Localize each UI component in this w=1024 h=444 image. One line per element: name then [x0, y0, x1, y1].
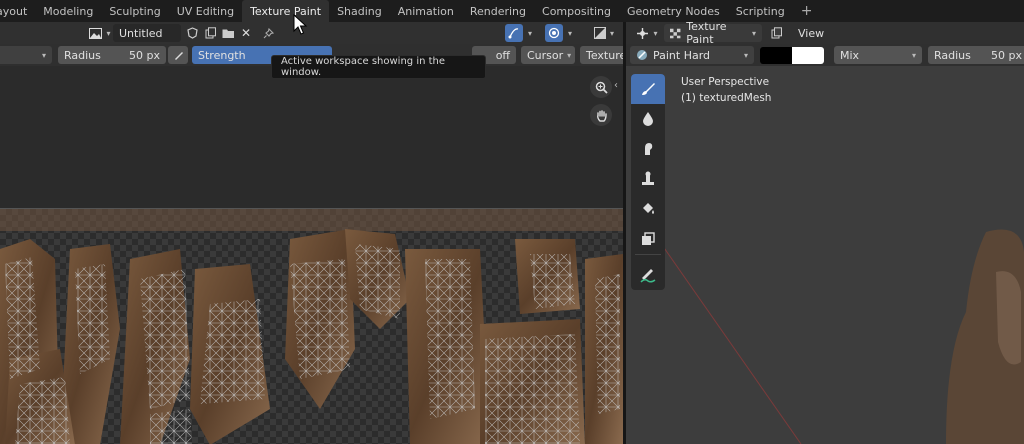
- texture-dropdown[interactable]: Texture: [580, 46, 623, 64]
- viewport-info: User Perspective (1) texturedMesh: [681, 74, 771, 106]
- display-channels-icon[interactable]: ▾: [590, 24, 618, 42]
- snapping-dropdown[interactable]: ▾: [523, 24, 537, 42]
- view-perspective-label: User Perspective: [681, 76, 770, 88]
- tab-shading[interactable]: Shading: [329, 0, 390, 22]
- tab-rendering[interactable]: Rendering: [462, 0, 534, 22]
- collapse-chevron-icon[interactable]: ‹: [614, 80, 618, 91]
- tab-animation[interactable]: Animation: [390, 0, 462, 22]
- overlay-dropdown[interactable]: ▾: [563, 24, 577, 42]
- soften-icon[interactable]: [631, 104, 665, 134]
- texture-label: Texture: [586, 48, 623, 62]
- close-icon[interactable]: ✕: [236, 24, 256, 42]
- open-image-icon[interactable]: [218, 24, 238, 42]
- mouse-cursor-icon: [293, 13, 308, 39]
- editor-type-icon[interactable]: ▾: [86, 24, 114, 42]
- cursor-label: Cursor: [527, 48, 564, 62]
- fake-user-icon[interactable]: [182, 24, 202, 42]
- annotate-icon[interactable]: [631, 260, 665, 290]
- draw-brush-icon[interactable]: [631, 74, 665, 104]
- workspace-tabs: ayout Modeling Sculpting UV Editing Text…: [0, 0, 1024, 22]
- mask-icon[interactable]: [631, 224, 665, 254]
- tab-texture-paint[interactable]: Texture Paint: [242, 0, 330, 22]
- uv-texture-canvas[interactable]: [0, 208, 623, 444]
- clone-icon[interactable]: [631, 164, 665, 194]
- smear-icon[interactable]: [631, 134, 665, 164]
- uv-islands: [0, 209, 623, 444]
- pin-icon[interactable]: [258, 24, 278, 42]
- zoom-icon[interactable]: [590, 76, 612, 98]
- falloff-label: off: [495, 48, 510, 62]
- tab-sculpting[interactable]: Sculpting: [101, 0, 168, 22]
- add-workspace-button[interactable]: +: [793, 0, 821, 22]
- tool-shelf: [631, 74, 665, 290]
- pressure-icon[interactable]: [168, 46, 188, 64]
- 3d-viewport: ▾ Texture Paint ▾ View Paint Hard ▾ Mix ▾ R…: [626, 22, 1024, 444]
- area-divider[interactable]: [623, 22, 626, 444]
- snapping-icon[interactable]: [505, 24, 523, 42]
- active-object-label: (1) texturedMesh: [681, 92, 772, 104]
- pan-hand-icon[interactable]: [590, 104, 612, 126]
- image-name-field[interactable]: Untitled: [113, 24, 181, 42]
- image-editor: ▾ Untitled ✕ ▾ ▾ ▾ ▾ Radius 50 px Streng…: [0, 22, 623, 444]
- tab-modeling[interactable]: Modeling: [35, 0, 101, 22]
- radius-value: 50 px: [129, 48, 160, 62]
- tab-scripting[interactable]: Scripting: [728, 0, 793, 22]
- tab-geometry-nodes[interactable]: Geometry Nodes: [619, 0, 728, 22]
- fill-icon[interactable]: [631, 194, 665, 224]
- image-editor-header: ▾ Untitled ✕ ▾ ▾ ▾: [0, 22, 623, 44]
- overlay-icon[interactable]: [545, 24, 563, 42]
- tab-compositing[interactable]: Compositing: [534, 0, 619, 22]
- workspace-tooltip: Active workspace showing in the window.: [271, 55, 486, 79]
- tab-uv-editing[interactable]: UV Editing: [169, 0, 242, 22]
- radius-field[interactable]: Radius 50 px: [58, 46, 166, 64]
- cursor-dropdown[interactable]: Cursor ▾: [521, 46, 575, 64]
- radius-label: Radius: [64, 48, 101, 62]
- new-image-icon[interactable]: [200, 24, 220, 42]
- brush-dropdown[interactable]: ▾: [0, 46, 52, 64]
- tab-layout[interactable]: ayout: [0, 0, 35, 22]
